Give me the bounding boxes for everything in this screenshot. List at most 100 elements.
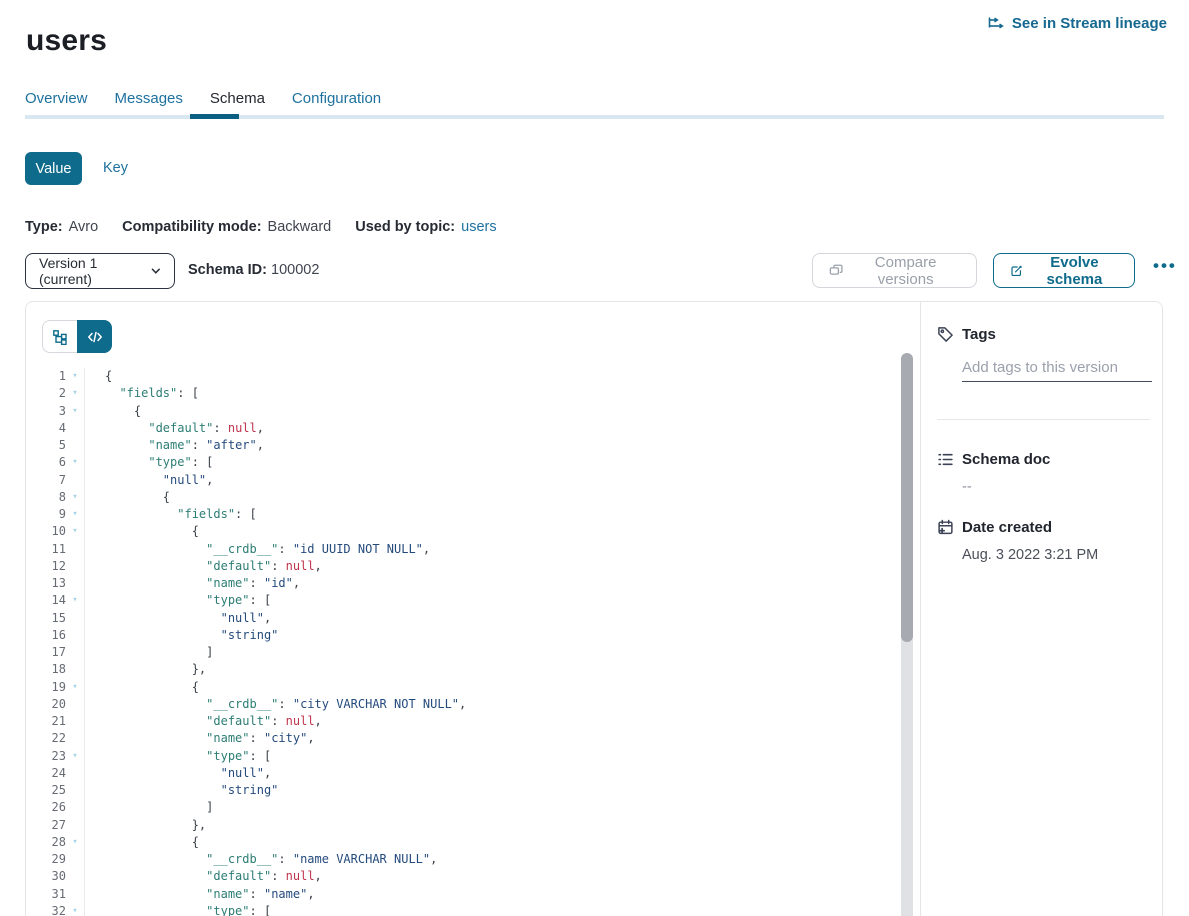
code-text: "name": "id", [84, 575, 300, 592]
line-number: 14 [26, 592, 66, 609]
fold-gutter [66, 782, 84, 799]
code-text: "__crdb__": "name VARCHAR NULL", [84, 851, 437, 868]
used-by-topic-label: Used by topic: [355, 219, 455, 235]
line-number: 3 [26, 403, 66, 420]
tab-messages[interactable]: Messages [115, 90, 183, 113]
compare-versions-icon [829, 263, 843, 279]
fold-gutter [66, 886, 84, 903]
fold-arrow-icon[interactable]: ▾ [66, 679, 84, 696]
line-number: 17 [26, 644, 66, 661]
code-text: ] [84, 644, 213, 661]
tags-section: Tags Add tags to this version [937, 326, 1150, 382]
tab-overview[interactable]: Overview [25, 90, 88, 113]
value-toggle-button[interactable]: Value [25, 152, 82, 185]
line-number: 25 [26, 782, 66, 799]
editor-scrollbar-thumb[interactable] [901, 353, 913, 642]
fold-arrow-icon[interactable]: ▾ [66, 454, 84, 471]
code-text: "type": [ [84, 903, 271, 916]
code-text: "type": [ [84, 748, 271, 765]
tab-configuration[interactable]: Configuration [292, 90, 381, 113]
line-number: 5 [26, 437, 66, 454]
key-toggle-link[interactable]: Key [103, 160, 128, 176]
line-number: 24 [26, 765, 66, 782]
schema-id: Schema ID: 100002 [188, 262, 319, 278]
fold-arrow-icon[interactable]: ▾ [66, 489, 84, 506]
sidebar-divider [937, 419, 1150, 420]
line-number: 19 [26, 679, 66, 696]
schema-doc-icon [937, 451, 954, 468]
line-number: 22 [26, 730, 66, 747]
page-title: users [26, 24, 107, 58]
tags-input[interactable]: Add tags to this version [962, 359, 1152, 382]
fold-gutter [66, 799, 84, 816]
see-in-stream-lineage-link[interactable]: See in Stream lineage [987, 15, 1167, 32]
line-number: 31 [26, 886, 66, 903]
fold-arrow-icon[interactable]: ▾ [66, 385, 84, 402]
date-created-section: Date created Aug. 3 2022 3:21 PM [937, 519, 1150, 563]
schema-doc-title: Schema doc [962, 451, 1050, 468]
evolve-schema-button[interactable]: Evolve schema [993, 253, 1135, 288]
fold-gutter [66, 627, 84, 644]
line-number: 32 [26, 903, 66, 916]
code-text: "default": null, [84, 868, 322, 885]
code-view-button[interactable] [77, 320, 112, 353]
fold-gutter [66, 868, 84, 885]
fold-arrow-icon[interactable]: ▾ [66, 748, 84, 765]
code-text: "name": "after", [84, 437, 264, 454]
tag-icon [937, 326, 954, 343]
code-view-icon [87, 329, 103, 345]
fold-gutter [66, 610, 84, 627]
type-value: Avro [69, 219, 99, 235]
calendar-add-icon [937, 519, 954, 536]
line-number: 11 [26, 541, 66, 558]
line-number: 7 [26, 472, 66, 489]
line-number: 29 [26, 851, 66, 868]
line-number: 30 [26, 868, 66, 885]
stream-lineage-icon [987, 16, 1005, 32]
code-text: "__crdb__": "city VARCHAR NOT NULL", [84, 696, 466, 713]
compare-versions-button[interactable]: Compare versions [812, 253, 977, 288]
editor-scrollbar-track[interactable] [901, 353, 913, 916]
code-text: "name": "name", [84, 886, 315, 903]
tree-view-button[interactable] [42, 320, 77, 353]
line-number: 9 [26, 506, 66, 523]
fold-gutter [66, 851, 84, 868]
code-text: "name": "city", [84, 730, 315, 747]
fold-arrow-icon[interactable]: ▾ [66, 506, 84, 523]
line-number: 23 [26, 748, 66, 765]
tab-bar: Overview Messages Schema Configuration [25, 90, 381, 113]
more-options-button[interactable]: ••• [1147, 255, 1183, 277]
compatibility-label: Compatibility mode: [122, 219, 261, 235]
fold-arrow-icon[interactable]: ▾ [66, 523, 84, 540]
code-text: "type": [ [84, 592, 271, 609]
compare-versions-label: Compare versions [851, 254, 960, 288]
topic-link[interactable]: users [461, 219, 496, 235]
line-number: 13 [26, 575, 66, 592]
code-text: }, [84, 817, 206, 834]
fold-gutter [66, 575, 84, 592]
version-select-value: Version 1 (current) [39, 255, 150, 287]
line-number: 20 [26, 696, 66, 713]
evolve-schema-label: Evolve schema [1031, 254, 1118, 288]
fold-arrow-icon[interactable]: ▾ [66, 834, 84, 851]
fold-arrow-icon[interactable]: ▾ [66, 368, 84, 385]
fold-gutter [66, 696, 84, 713]
fold-arrow-icon[interactable]: ▾ [66, 592, 84, 609]
code-text: "type": [ [84, 454, 213, 471]
fold-gutter [66, 765, 84, 782]
code-text: { [84, 679, 199, 696]
code-text: "null", [84, 610, 271, 627]
code-text: "null", [84, 765, 271, 782]
code-text: "default": null, [84, 420, 264, 437]
fold-gutter [66, 661, 84, 678]
fold-arrow-icon[interactable]: ▾ [66, 903, 84, 916]
code-text: { [84, 834, 199, 851]
tab-rule [25, 115, 1164, 119]
fold-gutter [66, 558, 84, 575]
tab-schema[interactable]: Schema [210, 90, 265, 113]
date-created-value: Aug. 3 2022 3:21 PM [962, 547, 1150, 563]
version-select[interactable]: Version 1 (current) [25, 253, 175, 289]
fold-gutter [66, 437, 84, 454]
line-number: 6 [26, 454, 66, 471]
fold-arrow-icon[interactable]: ▾ [66, 403, 84, 420]
